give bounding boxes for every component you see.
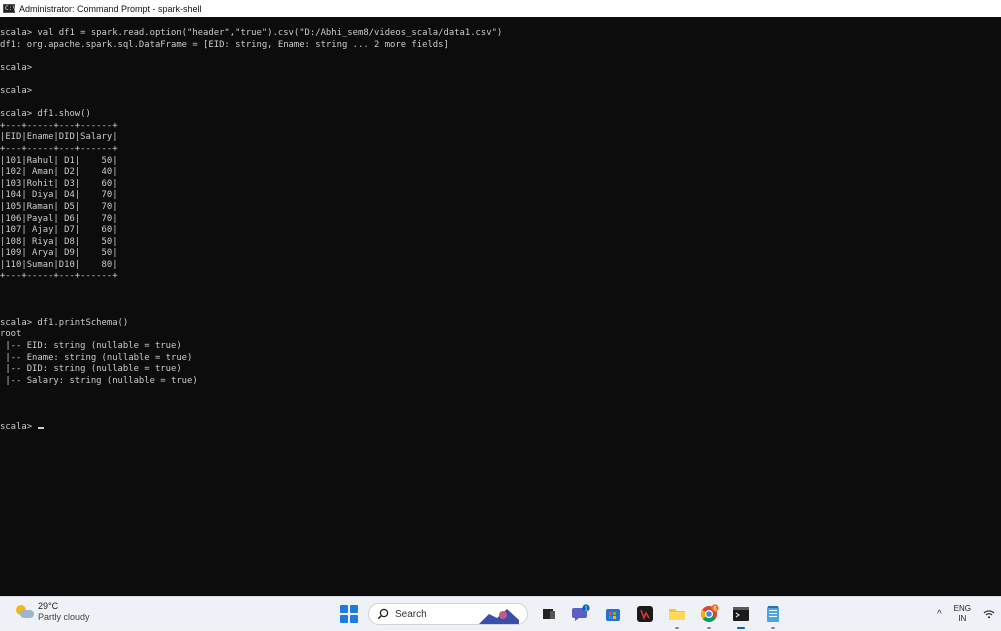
- store-icon[interactable]: [602, 603, 624, 625]
- console-line: df1: org.apache.spark.sql.DataFrame = [E…: [0, 39, 449, 50]
- console-line: |102| Aman| D2| 40|: [0, 167, 118, 178]
- window-title: Administrator: Command Prompt - spark-sh…: [19, 3, 202, 14]
- console-line: |106|Payal| D6| 70|: [0, 213, 118, 224]
- console-line: |107| Ajay| D7| 60|: [0, 225, 118, 236]
- region-code: IN: [958, 614, 967, 623]
- teams-chat-icon[interactable]: 1: [570, 603, 592, 625]
- console-line: root: [0, 329, 22, 340]
- console-line: |EID|Ename|DID|Salary|: [0, 132, 118, 143]
- language-code: ENG: [953, 604, 971, 613]
- chevron-up-icon[interactable]: ^: [937, 609, 942, 620]
- weather-condition: Partly cloudy: [38, 612, 90, 622]
- terminal-icon[interactable]: [730, 603, 752, 629]
- console-line: +---+-----+---+------+: [0, 271, 118, 282]
- console-line: |-- EID: string (nullable = true): [0, 341, 182, 352]
- start-button[interactable]: [340, 605, 358, 623]
- console-line: |101|Rahul| D1| 50|: [0, 155, 118, 166]
- notepad-icon[interactable]: [762, 603, 784, 629]
- search-highlight-image: [479, 609, 519, 624]
- console-line: scala> df1.printSchema(): [0, 317, 129, 328]
- console-line: |104| Diya| D4| 70|: [0, 190, 118, 201]
- console-line: |-- Salary: string (nullable = true): [0, 375, 198, 386]
- console-line: scala>: [0, 422, 1001, 434]
- console-line: |105|Raman| D5| 70|: [0, 201, 118, 212]
- console-line: scala>: [0, 62, 33, 73]
- console-line: |103|Rohit| D3| 60|: [0, 178, 118, 189]
- console-line: scala>: [0, 85, 33, 96]
- wifi-icon[interactable]: [983, 609, 995, 619]
- text-cursor: [38, 427, 45, 430]
- app-tile-icon[interactable]: [634, 603, 656, 625]
- weather-widget[interactable]: 29°C Partly cloudy: [14, 601, 90, 623]
- console-output[interactable]: scala> val df1 = spark.read.option("head…: [0, 28, 1001, 594]
- console-line: |110|Suman|D10| 80|: [0, 259, 118, 270]
- command-prompt-icon: C:\: [3, 4, 16, 13]
- console-line: |109| Arya| D9| 50|: [0, 248, 118, 259]
- system-tray: ^ ENG IN: [937, 601, 995, 627]
- taskbar-search-box[interactable]: Search: [368, 603, 528, 625]
- console-line: |-- DID: string (nullable = true): [0, 364, 182, 375]
- chrome-icon[interactable]: 6: [698, 603, 720, 629]
- weather-temperature: 29°C: [38, 601, 59, 611]
- input-language[interactable]: ENG IN: [954, 604, 971, 624]
- title-bar: C:\ Administrator: Command Prompt - spar…: [0, 0, 1001, 17]
- console-line: |-- Ename: string (nullable = true): [0, 352, 193, 363]
- console-line: +---+-----+---+------+: [0, 120, 118, 131]
- search-label: Search: [395, 608, 427, 620]
- search-icon: [377, 608, 389, 620]
- partly-cloudy-icon: [14, 603, 34, 621]
- file-explorer-icon[interactable]: [666, 603, 688, 629]
- console-line: scala> val df1 = spark.read.option("head…: [0, 28, 503, 38]
- console-line: |108| Riya| D8| 50|: [0, 236, 118, 247]
- console-line: +---+-----+---+------+: [0, 143, 118, 154]
- task-view-icon[interactable]: [538, 603, 560, 625]
- taskbar: 29°C Partly cloudy Search 1 6 ^ ENG IN: [0, 596, 1001, 631]
- console-line: scala> df1.show(): [0, 109, 91, 120]
- taskbar-apps: Search 1 6: [340, 600, 784, 629]
